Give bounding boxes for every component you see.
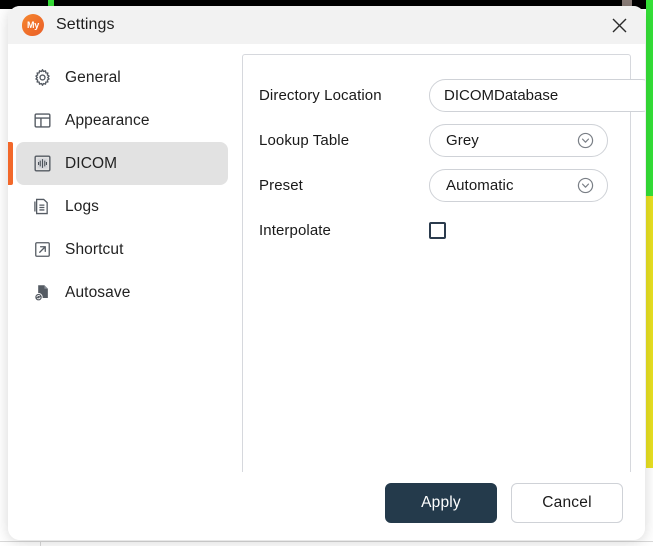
- sidebar-item-label: Shortcut: [65, 240, 124, 258]
- sidebar-item-appearance[interactable]: Appearance: [16, 99, 228, 142]
- lookup-table-select[interactable]: Grey: [429, 124, 608, 157]
- backdrop-divider-vertical: [40, 541, 41, 546]
- interpolate-field-area: [429, 222, 608, 239]
- lookup-table-field-area: Grey: [429, 124, 608, 157]
- directory-location-label: Directory Location: [259, 87, 382, 104]
- cancel-button[interactable]: Cancel: [511, 483, 623, 523]
- sidebar-item-autosave[interactable]: Autosave: [16, 271, 228, 314]
- gear-icon: [32, 68, 52, 88]
- xray-icon: [32, 154, 52, 174]
- settings-content: Directory Location Lookup Table: [236, 44, 645, 486]
- chevron-down-circle-icon: [577, 132, 594, 149]
- backdrop-green-strip: [646, 0, 653, 196]
- form-row-interpolate: Interpolate: [259, 208, 608, 253]
- dialog-title: Settings: [56, 16, 115, 33]
- dialog-titlebar: My Settings: [8, 6, 645, 44]
- app-logo-icon: My: [22, 14, 44, 36]
- lookup-table-value: Grey: [446, 132, 479, 149]
- sidebar-item-logs[interactable]: Logs: [16, 185, 228, 228]
- form-row-lookup-table: Lookup Table Grey: [259, 118, 608, 163]
- document-list-icon: [32, 197, 52, 217]
- dialog-footer: Apply Cancel: [8, 472, 645, 540]
- dialog-body: General Appearance DICOM Logs Shortcut A…: [8, 44, 645, 486]
- settings-dialog: My Settings General Appearance DICOM Log…: [8, 6, 645, 540]
- backdrop-divider: [0, 541, 653, 542]
- sidebar-item-label: Autosave: [65, 283, 131, 301]
- directory-location-input[interactable]: [429, 79, 645, 112]
- sidebar-item-label: Appearance: [65, 111, 150, 129]
- dicom-settings-panel: Directory Location Lookup Table: [242, 54, 645, 486]
- settings-sidebar: General Appearance DICOM Logs Shortcut A…: [8, 44, 236, 472]
- close-icon: [612, 18, 626, 32]
- form-row-directory-location: Directory Location: [259, 73, 645, 118]
- close-button[interactable]: [605, 11, 633, 39]
- sidebar-item-shortcut[interactable]: Shortcut: [16, 228, 228, 271]
- interpolate-label: Interpolate: [259, 222, 331, 239]
- layout-icon: [32, 111, 52, 131]
- sidebar-item-label: General: [65, 68, 121, 86]
- app-logo-text: My: [27, 20, 39, 30]
- sidebar-item-label: DICOM: [65, 154, 118, 172]
- arrow-out-icon: [32, 240, 52, 260]
- sidebar-item-general[interactable]: General: [16, 56, 228, 99]
- lookup-table-label: Lookup Table: [259, 132, 350, 149]
- preset-value: Automatic: [446, 177, 514, 194]
- preset-field-area: Automatic: [429, 169, 608, 202]
- form-row-preset: Preset Automatic: [259, 163, 608, 208]
- chevron-down-circle-icon: [577, 177, 594, 194]
- preset-label: Preset: [259, 177, 303, 194]
- autosave-icon: [32, 283, 52, 303]
- preset-select[interactable]: Automatic: [429, 169, 608, 202]
- interpolate-checkbox[interactable]: [429, 222, 446, 239]
- directory-location-field-area: [429, 79, 645, 113]
- sidebar-item-dicom[interactable]: DICOM: [8, 142, 228, 185]
- sidebar-item-label: Logs: [65, 197, 100, 215]
- backdrop-yellow-strip: [646, 196, 653, 468]
- apply-button[interactable]: Apply: [385, 483, 497, 523]
